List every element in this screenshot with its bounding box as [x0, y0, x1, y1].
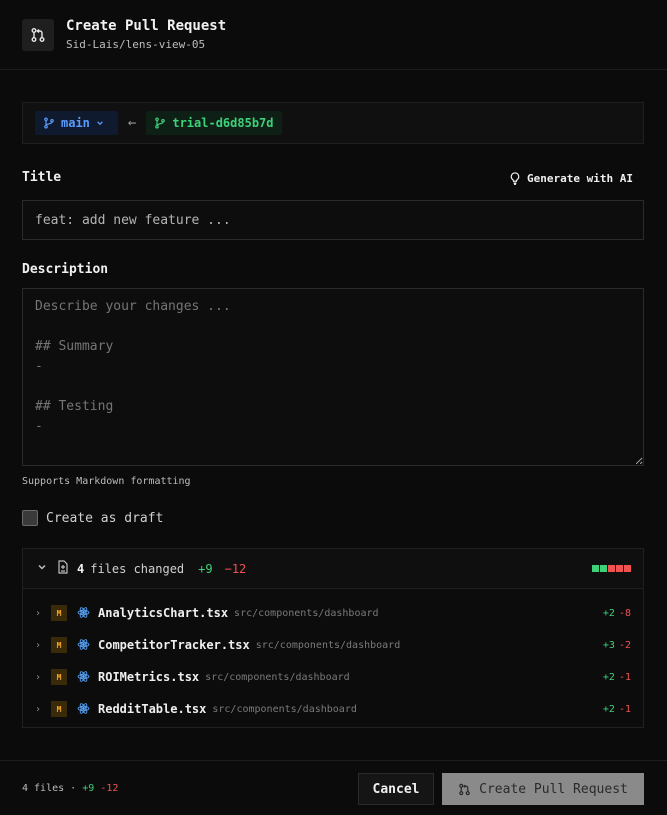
lightbulb-icon	[510, 171, 520, 185]
description-input[interactable]	[22, 288, 644, 466]
head-branch: trial-d6d85b7d	[146, 111, 282, 135]
file-row[interactable]: › M RedditTable.tsx src/components/dashboar…	[23, 693, 643, 725]
pull-request-icon	[459, 783, 470, 795]
base-branch-select[interactable]: main	[35, 111, 118, 135]
head-branch-label: trial-d6d85b7d	[172, 116, 274, 130]
description-label: Description	[22, 262, 109, 277]
title-label: Title	[22, 170, 62, 185]
create-pull-request-label: Create Pull Request	[479, 781, 628, 797]
draft-checkbox[interactable]	[22, 510, 38, 526]
chevron-right-icon[interactable]: ›	[35, 704, 51, 715]
diff-bar-segment	[592, 565, 599, 572]
files-changed-label: files changed	[90, 561, 185, 576]
files-changed-panel: 4 files changed +9 −12 › M AnalyticsChart.…	[22, 548, 644, 728]
chevron-down-icon	[96, 116, 110, 130]
file-row[interactable]: › M AnalyticsChart.tsx src/components/dashb…	[23, 597, 643, 629]
file-path: src/components/dashboard	[255, 639, 401, 651]
files-count: 4	[77, 561, 85, 576]
diff-bar	[592, 565, 631, 572]
generate-ai-label: Generate with AI	[527, 171, 633, 185]
branch-icon	[44, 117, 54, 129]
chevron-right-icon[interactable]: ›	[35, 608, 51, 619]
file-deletions: -1	[618, 703, 631, 715]
modal-footer: 4 files · +9 -12 Cancel Create Pull Requ…	[0, 760, 667, 815]
diff-bar-segment	[608, 565, 615, 572]
files-changed-header[interactable]: 4 files changed +9 −12	[23, 549, 643, 589]
footer-files-text: 4 files ·	[22, 783, 77, 794]
file-deletions: -8	[618, 607, 631, 619]
diff-bar-segment	[600, 565, 607, 572]
file-stats: +2 -1	[603, 704, 631, 715]
file-name: ROIMetrics.tsx	[98, 670, 200, 684]
cancel-button[interactable]: Cancel	[358, 773, 434, 805]
footer-deletions: -12	[100, 783, 119, 794]
page-title: Create Pull Request	[66, 17, 227, 34]
react-file-icon	[77, 636, 90, 655]
create-pull-request-button[interactable]: Create Pull Request	[442, 773, 644, 805]
modified-badge: M	[51, 605, 67, 621]
total-deletions: −12	[224, 561, 247, 576]
file-stats: +3 -2	[603, 640, 631, 651]
file-path: src/components/dashboard	[234, 607, 379, 619]
draft-toggle[interactable]: Create as draft	[22, 510, 163, 526]
file-name: CompetitorTracker.tsx	[98, 638, 250, 652]
file-row[interactable]: › M ROIMetrics.tsx src/components/dashboard…	[23, 661, 643, 693]
react-file-icon	[77, 700, 90, 719]
repo-name: Sid-Lais/lens-view-05	[66, 37, 206, 51]
modified-badge: M	[51, 701, 67, 717]
base-branch-label: main	[61, 116, 90, 130]
draft-label: Create as draft	[46, 510, 164, 526]
file-deletions: -1	[618, 671, 631, 683]
chevron-right-icon[interactable]: ›	[35, 672, 51, 683]
chevron-down-icon[interactable]	[37, 562, 47, 575]
file-stats: +2 -8	[603, 608, 631, 619]
pull-request-icon	[22, 18, 54, 51]
file-path: src/components/dashboard	[205, 671, 350, 683]
branch-icon	[155, 117, 166, 129]
file-additions: +2	[602, 703, 615, 715]
file-deletions: -2	[618, 639, 631, 651]
modified-badge: M	[51, 637, 67, 653]
diff-bar-segment	[624, 565, 631, 572]
chevron-right-icon[interactable]: ›	[35, 640, 51, 651]
file-diff-icon	[57, 559, 69, 578]
file-path: src/components/dashboard	[212, 703, 357, 715]
markdown-hint: Supports Markdown formatting	[22, 476, 191, 487]
file-name: RedditTable.tsx	[98, 702, 207, 716]
modified-badge: M	[51, 669, 67, 685]
file-name: AnalyticsChart.tsx	[98, 606, 229, 620]
branch-bar: main ← trial-d6d85b7d	[22, 102, 644, 144]
title-input[interactable]	[22, 200, 644, 240]
file-stats: +2 -1	[603, 672, 631, 683]
footer-summary: 4 files · +9 -12	[22, 783, 118, 794]
total-additions: +9	[198, 561, 213, 576]
footer-additions: +9	[82, 783, 95, 794]
file-additions: +2	[602, 607, 615, 619]
generate-ai-button[interactable]: Generate with AI	[509, 170, 633, 186]
diff-bar-segment	[616, 565, 623, 572]
modal-header: Create Pull Request Sid-Lais/lens-view-0…	[0, 0, 667, 70]
file-additions: +3	[602, 639, 615, 651]
file-additions: +2	[602, 671, 615, 683]
react-file-icon	[77, 604, 90, 623]
file-row[interactable]: › M CompetitorTracker.tsx src/components/da…	[23, 629, 643, 661]
react-file-icon	[77, 668, 90, 687]
arrow-left-icon: ←	[127, 115, 137, 131]
